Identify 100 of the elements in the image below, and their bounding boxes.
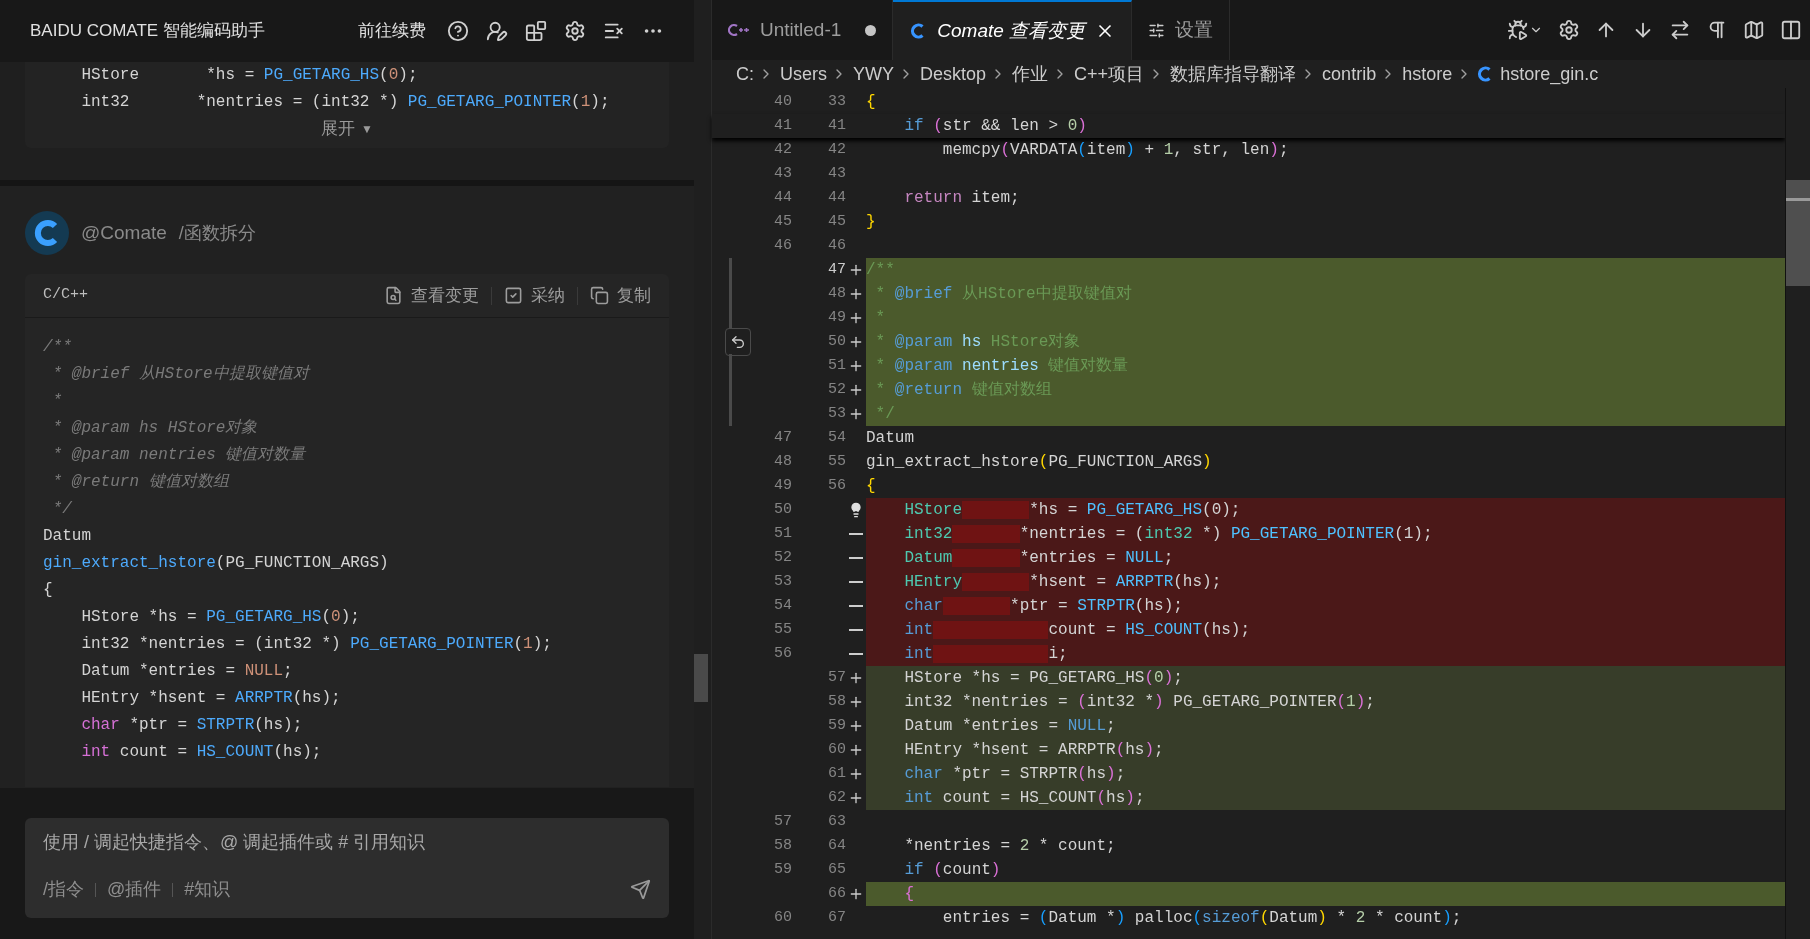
code-line: * @return 键值对数组 <box>874 380 1052 401</box>
swap-icon[interactable] <box>1669 19 1691 41</box>
line-number: 58 <box>827 691 846 712</box>
code-line: int count = HS_COUNT(hs); <box>903 788 1145 809</box>
breadcrumb-item[interactable]: Desktop <box>920 60 987 88</box>
code-line: gin_extract_hstore(PG_FUNCTION_ARGS) <box>43 553 390 574</box>
line-number: 41 <box>827 115 846 136</box>
line-number: 54 <box>827 427 846 448</box>
map-icon[interactable] <box>1743 19 1765 41</box>
code-line: int32 *nentries = (int32 *) PG_GETARG_POINTER(1); <box>903 524 1433 545</box>
code-line: Datum *entries = NULL; <box>903 716 1116 737</box>
plus-icon <box>848 742 864 758</box>
chat-input-field[interactable]: 使用 / 调起快捷指令、@ 调起插件或 # 引用知识 <box>43 828 651 856</box>
settings-icon[interactable] <box>1558 19 1580 41</box>
line-number: 56 <box>773 643 792 664</box>
code-line: /** <box>43 337 73 358</box>
run-debug-icon[interactable] <box>1507 19 1529 41</box>
scrollbar-thumb[interactable] <box>1786 180 1810 286</box>
breadcrumb-item[interactable]: hstore <box>1402 60 1453 88</box>
breadcrumb-item[interactable]: hstore_gin.c <box>1500 60 1599 88</box>
line-number: 64 <box>827 835 846 856</box>
breadcrumb-item[interactable]: 作业 <box>1012 60 1049 88</box>
code-line: * @return 键值对数组 <box>51 472 231 493</box>
line-number: 60 <box>827 739 846 760</box>
code-line: * @param hs HStore对象 <box>51 418 259 439</box>
code-line: memcpy(VARDATA(item) + 1, str, len); <box>941 140 1289 161</box>
code-line: Datum <box>866 428 914 449</box>
line-number: 49 <box>773 475 792 496</box>
shortcut-chip[interactable]: @插件 <box>107 876 162 903</box>
code-line: Datum *entries = NULL; <box>903 548 1174 569</box>
copy-icon <box>590 286 609 305</box>
code-line: int count = HS_COUNT(hs); <box>80 742 323 763</box>
editor-tab[interactable]: Comate 查看变更 <box>893 0 1133 60</box>
plus-icon <box>848 718 864 734</box>
editor-tab[interactable]: 设置 <box>1132 0 1231 60</box>
code-action-button[interactable]: 查看变更 <box>384 282 479 309</box>
minus-icon <box>849 533 863 535</box>
scrollbar-thumb[interactable] <box>694 654 708 702</box>
code-line: char *ptr = STRPTR(hs); <box>903 596 1183 617</box>
renew-link[interactable]: 前往续费 <box>358 18 426 44</box>
help-icon[interactable] <box>447 20 469 42</box>
code-line: { <box>866 92 876 113</box>
shortcut-chip[interactable]: #知识 <box>184 876 231 903</box>
expand-button[interactable]: 展开 ▼ <box>321 116 373 142</box>
shortcut-chip[interactable]: /指令 <box>43 876 84 903</box>
line-number: 52 <box>773 547 792 568</box>
breadcrumb-item[interactable]: 数据库指导翻译 <box>1170 60 1297 88</box>
minus-icon <box>849 653 863 655</box>
line-number: 50 <box>827 331 846 352</box>
code-line: if (str && len > 0) <box>903 116 1087 137</box>
settings-icon[interactable] <box>564 20 586 42</box>
code-line: * @brief 从HStore中提取键值对 <box>874 284 1132 305</box>
chat-input[interactable]: 使用 / 调起快捷指令、@ 调起插件或 # 引用知识 /指令 @插件 #知识 <box>25 818 669 918</box>
code-line: int32 *nentries = (int32 *) PG_GETARG_POINTER(1); <box>80 634 553 655</box>
code-line: * <box>874 308 886 329</box>
line-number: 53 <box>773 571 792 592</box>
line-number: 67 <box>827 907 846 928</box>
line-number: 33 <box>827 91 846 112</box>
line-number: 51 <box>773 523 792 544</box>
lightbulb-icon[interactable] <box>848 502 864 518</box>
breadcrumb-item[interactable]: YWY <box>853 60 895 88</box>
code-line: int32 *nentries = (int32 *) PG_GETARG_POINTER(1); <box>903 692 1375 713</box>
code-line: { <box>866 476 876 497</box>
code-line: * @param hs HStore对象 <box>874 332 1081 353</box>
user-feedback-icon[interactable] <box>486 20 508 42</box>
code-line: gin_extract_hstore(PG_FUNCTION_ARGS) <box>866 452 1212 473</box>
line-number: 51 <box>827 355 846 376</box>
breadcrumb-item[interactable]: C++项目 <box>1074 60 1145 88</box>
line-number: 57 <box>773 811 792 832</box>
breadcrumb-item[interactable]: Users <box>780 60 827 88</box>
plus-icon <box>848 406 864 422</box>
revert-button[interactable] <box>725 328 751 356</box>
code-line: { <box>903 884 914 905</box>
split-editor-icon[interactable] <box>1780 19 1802 41</box>
line-number: 49 <box>827 307 846 328</box>
plus-icon <box>848 766 864 782</box>
line-number: 40 <box>773 91 792 112</box>
breadcrumb-item[interactable]: contrib <box>1322 60 1377 88</box>
code-line: int32 *nentries = (int32 *) PG_GETARG_POINTER(1); <box>80 92 611 113</box>
line-number: 65 <box>827 859 846 880</box>
send-icon[interactable] <box>630 879 651 900</box>
plus-icon <box>848 262 864 278</box>
line-number: 43 <box>773 163 792 184</box>
code-line: */ <box>874 404 895 425</box>
code-action-button[interactable]: 采纳 <box>504 282 565 309</box>
line-number: 45 <box>773 211 792 232</box>
blocks-icon[interactable] <box>525 20 547 42</box>
line-number: 45 <box>827 211 846 232</box>
plus-icon <box>848 358 864 374</box>
breadcrumb-item[interactable]: C: <box>736 60 754 88</box>
line-number: 58 <box>773 835 792 856</box>
code-line: HEntry *hsent = ARRPTR(hs); <box>903 740 1164 761</box>
plus-icon <box>848 670 864 686</box>
plus-icon <box>848 310 864 326</box>
code-action-button[interactable]: 复制 <box>590 282 651 309</box>
code-line: Datum <box>43 526 92 547</box>
plus-icon <box>848 886 864 902</box>
undo-icon <box>730 334 746 350</box>
code-line: return item; <box>903 188 1020 209</box>
command-label: /函数拆分 <box>178 221 256 245</box>
